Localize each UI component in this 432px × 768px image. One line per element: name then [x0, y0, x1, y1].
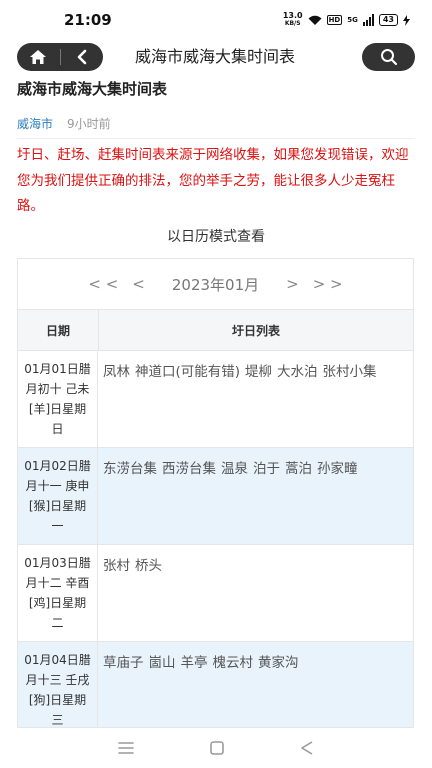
top-bar: 威海市威海大集时间表: [0, 40, 432, 74]
market-link[interactable]: 孙家疃: [317, 460, 358, 478]
home-icon: [30, 50, 47, 64]
row-markets: 东涝台集 西涝台集 温泉 泊于 蒿泊 孙家疃: [98, 448, 413, 544]
market-link[interactable]: 东涝台集: [103, 460, 157, 478]
table-row: 01月01日腊月初十 己未[羊]日星期日 凤林 神道口(可能有错) 堤柳 大水泊 张村小集: [18, 350, 413, 447]
market-link[interactable]: 羊亭: [181, 654, 208, 672]
market-link[interactable]: 张村小集: [323, 363, 377, 381]
article-title: 威海市威海大集时间表: [17, 80, 168, 98]
status-bar: 21:09 13.0 KB/S HD 5G 43: [0, 0, 432, 40]
market-link[interactable]: 桥头: [135, 557, 162, 575]
market-link[interactable]: 黄家沟: [258, 654, 299, 672]
battery-icon: 43: [378, 14, 398, 26]
next-month-button[interactable]: >: [279, 275, 306, 293]
source-link[interactable]: 威海市: [17, 115, 53, 132]
market-link[interactable]: 崮山: [149, 654, 176, 672]
wifi-icon: [308, 15, 322, 25]
market-link[interactable]: 张村: [103, 557, 130, 575]
market-link[interactable]: 蒿泊: [285, 460, 312, 478]
row-date: 01月01日腊月初十 己未[羊]日星期日: [18, 351, 98, 447]
charging-icon: [403, 14, 410, 26]
month-navigation: < < < 2023年01月 > > >: [18, 259, 413, 309]
market-link[interactable]: 泊于: [253, 460, 280, 478]
market-link[interactable]: 凤林: [103, 363, 130, 381]
article-meta: 威海市 9小时前: [17, 115, 111, 132]
date-column-header: 日期: [18, 310, 99, 350]
table-body: 01月01日腊月初十 己未[羊]日星期日 凤林 神道口(可能有错) 堤柳 大水泊 张村小集…: [18, 350, 413, 727]
row-markets: 张村 桥头: [98, 545, 413, 641]
menu-icon[interactable]: [117, 741, 135, 755]
table-header: 日期 圩日列表: [18, 309, 413, 350]
row-date: 01月04日腊月十三 壬戌[狗]日星期三: [18, 642, 98, 727]
row-markets: 草庙子 崮山 羊亭 槐云村 黄家沟: [98, 642, 413, 727]
market-link[interactable]: 神道口(可能有错): [135, 363, 240, 381]
prev-month-button[interactable]: <: [125, 275, 152, 293]
calendar-table: < < < 2023年01月 > > > 日期 圩日列表 01月01日腊月初十 …: [17, 258, 414, 728]
market-column-header: 圩日列表: [231, 323, 280, 338]
status-icons: 13.0 KB/S HD 5G 43: [283, 12, 410, 28]
last-month-button[interactable]: > >: [306, 275, 350, 293]
row-date: 01月03日腊月十二 辛酉[鸡]日星期二: [18, 545, 98, 641]
calendar-heading: 以日历模式查看: [167, 229, 265, 245]
home-square-icon[interactable]: [209, 740, 225, 756]
signal-icon: [362, 14, 374, 26]
first-month-button[interactable]: < <: [81, 275, 125, 293]
system-nav-bar: [0, 728, 432, 768]
row-date: 01月02日腊月十一 庚申[猴]日星期一: [18, 448, 98, 544]
back-button[interactable]: [60, 43, 103, 71]
table-row: 01月03日腊月十二 辛酉[鸡]日星期二 张村 桥头: [18, 544, 413, 641]
market-link[interactable]: 大水泊: [277, 363, 318, 381]
clock: 21:09: [64, 11, 112, 29]
current-month: 2023年01月: [171, 275, 260, 294]
divider: [17, 138, 415, 139]
market-link[interactable]: 槐云村: [213, 654, 254, 672]
notice-text: 圩日、赶场、赶集时间表来源于网络收集，如果您发现错误，欢迎您为我们提供正确的排法…: [17, 147, 409, 214]
nav-pill: [17, 43, 103, 71]
table-row: 01月04日腊月十三 壬戌[狗]日星期三 草庙子 崮山 羊亭 槐云村 黄家沟: [18, 641, 413, 727]
signal-label: 5G: [347, 16, 358, 24]
market-link[interactable]: 西涝台集: [162, 460, 216, 478]
page-title: 威海市威海大集时间表: [134, 47, 295, 66]
publish-time: 9小时前: [67, 117, 111, 131]
home-button[interactable]: [17, 43, 60, 71]
market-link[interactable]: 温泉: [221, 460, 248, 478]
back-triangle-icon[interactable]: [299, 740, 315, 756]
search-button[interactable]: [362, 43, 415, 71]
hd-badge: HD: [326, 15, 343, 25]
market-link[interactable]: 草庙子: [103, 654, 144, 672]
search-icon: [380, 49, 397, 66]
back-icon: [77, 49, 87, 65]
row-markets: 凤林 神道口(可能有错) 堤柳 大水泊 张村小集: [98, 351, 413, 447]
market-link[interactable]: 堤柳: [245, 363, 272, 381]
table-row: 01月02日腊月十一 庚申[猴]日星期一 东涝台集 西涝台集 温泉 泊于 蒿泊 孙家疃: [18, 447, 413, 544]
net-speed: 13.0 KB/S: [282, 11, 303, 28]
